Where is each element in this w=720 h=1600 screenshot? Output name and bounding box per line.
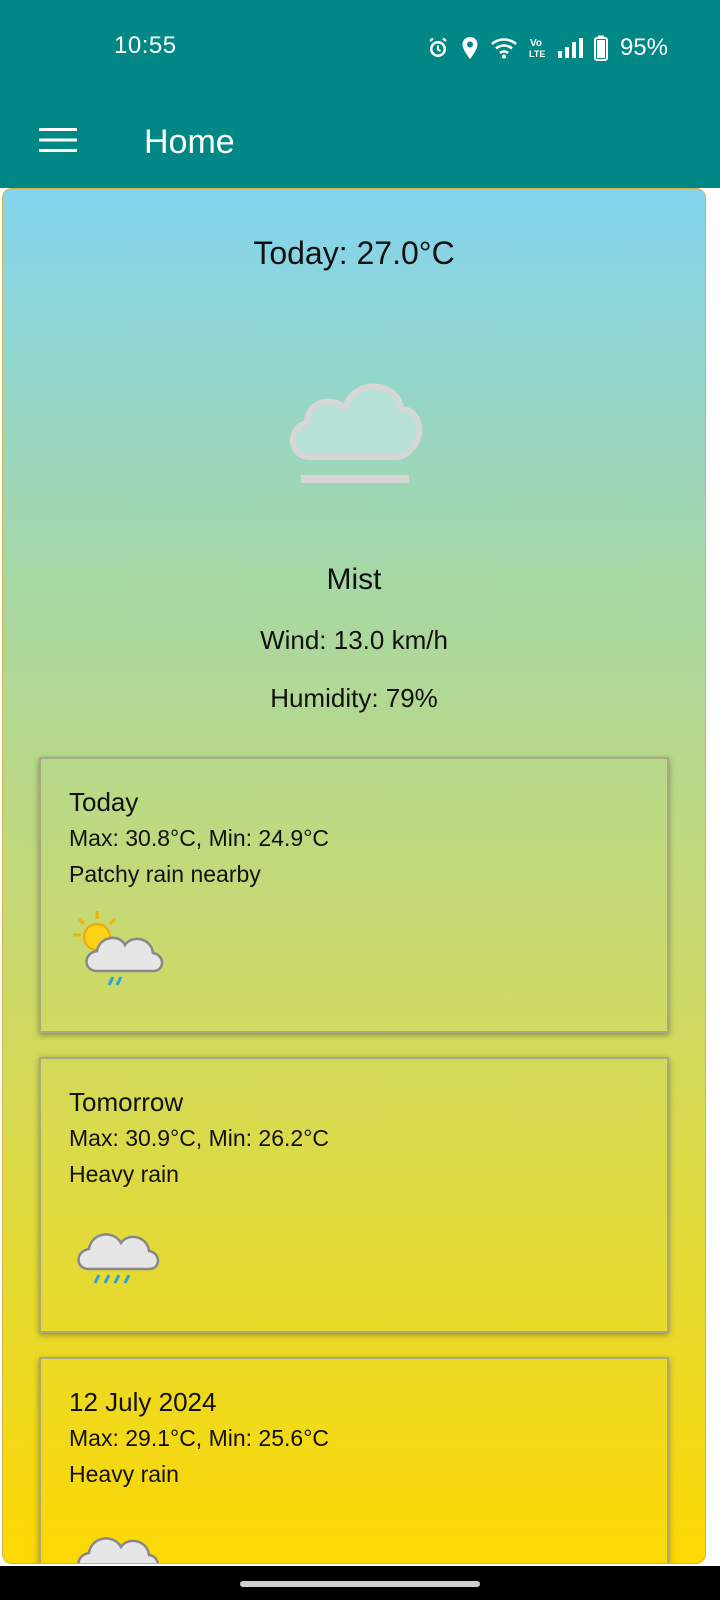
forecast-card[interactable]: Today Max: 30.8°C, Min: 24.9°C Patchy ra… bbox=[39, 757, 669, 1033]
weather-content[interactable]: Today: 27.0°C Mist Wind: 13.0 km/h Humid… bbox=[2, 188, 706, 1564]
forecast-description: Heavy rain bbox=[69, 1161, 179, 1187]
wind-speed: Wind: 13.0 km/h bbox=[260, 625, 448, 655]
forecast-temp-range: Max: 30.8°C, Min: 24.9°C bbox=[69, 825, 329, 851]
status-time: 10:55 bbox=[114, 32, 177, 59]
svg-text:LTE: LTE bbox=[529, 49, 545, 59]
wifi-icon bbox=[490, 36, 518, 60]
forecast-description: Patchy rain nearby bbox=[69, 861, 261, 887]
battery-icon bbox=[593, 35, 608, 61]
system-navigation-bar bbox=[0, 1566, 720, 1600]
location-icon bbox=[460, 36, 480, 60]
volte-icon: Vo LTE bbox=[528, 36, 546, 60]
forecast-day: Tomorrow bbox=[69, 1087, 184, 1117]
status-icons: Vo LTE 95% bbox=[426, 30, 668, 66]
menu-button[interactable] bbox=[30, 114, 86, 170]
sun-cloud-rain-icon bbox=[69, 909, 169, 999]
forecast-temp-range: Max: 29.1°C, Min: 25.6°C bbox=[69, 1425, 329, 1451]
heavy-rain-icon bbox=[69, 1523, 169, 1563]
svg-text:Vo: Vo bbox=[530, 38, 542, 49]
home-gesture-handle[interactable] bbox=[240, 1581, 480, 1587]
current-condition: Mist bbox=[326, 563, 382, 596]
forecast-card[interactable]: 12 July 2024 Max: 29.1°C, Min: 25.6°C He… bbox=[39, 1357, 669, 1563]
heavy-rain-icon bbox=[69, 1219, 169, 1309]
humidity: Humidity: 79% bbox=[270, 683, 438, 713]
app-bar: Home bbox=[0, 96, 720, 188]
alarm-icon bbox=[426, 36, 450, 60]
signal-icon bbox=[556, 37, 584, 59]
current-temperature: Today: 27.0°C bbox=[253, 235, 455, 271]
forecast-card[interactable]: Tomorrow Max: 30.9°C, Min: 26.2°C Heavy … bbox=[39, 1057, 669, 1333]
page-title: Home bbox=[144, 123, 235, 161]
forecast-day: 12 July 2024 bbox=[69, 1387, 217, 1417]
status-bar: 10:55 Vo LTE 95% bbox=[0, 0, 720, 96]
forecast-description: Heavy rain bbox=[69, 1461, 179, 1487]
battery-percentage: 95% bbox=[619, 34, 668, 61]
forecast-day: Today bbox=[69, 787, 139, 817]
mist-cloud-icon bbox=[279, 357, 429, 493]
hamburger-menu-icon bbox=[38, 125, 78, 160]
forecast-temp-range: Max: 30.9°C, Min: 26.2°C bbox=[69, 1125, 329, 1151]
